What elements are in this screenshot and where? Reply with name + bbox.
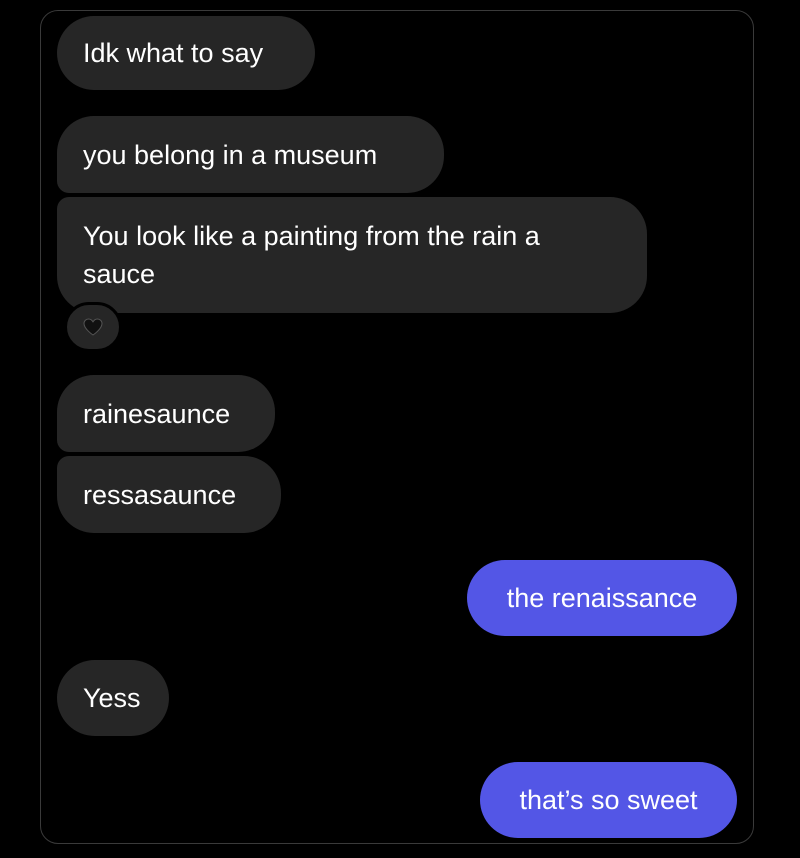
black-heart-icon [83,318,103,336]
message-text: the renaissance [506,583,698,613]
message-text: ressasaunce [83,479,237,510]
message-reaction[interactable] [64,302,122,352]
message-text: Yess [83,683,141,713]
message-bubble-received[interactable]: you belong in a museum [57,116,444,193]
message-text: you belong in a museum [83,139,378,170]
message-text: rainesaunce [83,398,231,429]
message-bubble-received[interactable]: Idk what to say [57,16,315,90]
message-text: Idk what to say [83,38,264,68]
message-bubble-received[interactable]: rainesaunce [57,375,275,452]
message-bubble-sent[interactable]: the renaissance [467,560,737,636]
message-text: You look like a painting from the rain a… [83,221,540,289]
message-bubble-received[interactable]: Yess [57,660,169,736]
message-bubble-received[interactable]: You look like a painting from the rain a… [57,197,647,313]
message-text: that’s so sweet [519,785,698,815]
message-bubble-received[interactable]: ressasaunce [57,456,281,533]
message-bubble-sent[interactable]: that’s so sweet [480,762,737,838]
